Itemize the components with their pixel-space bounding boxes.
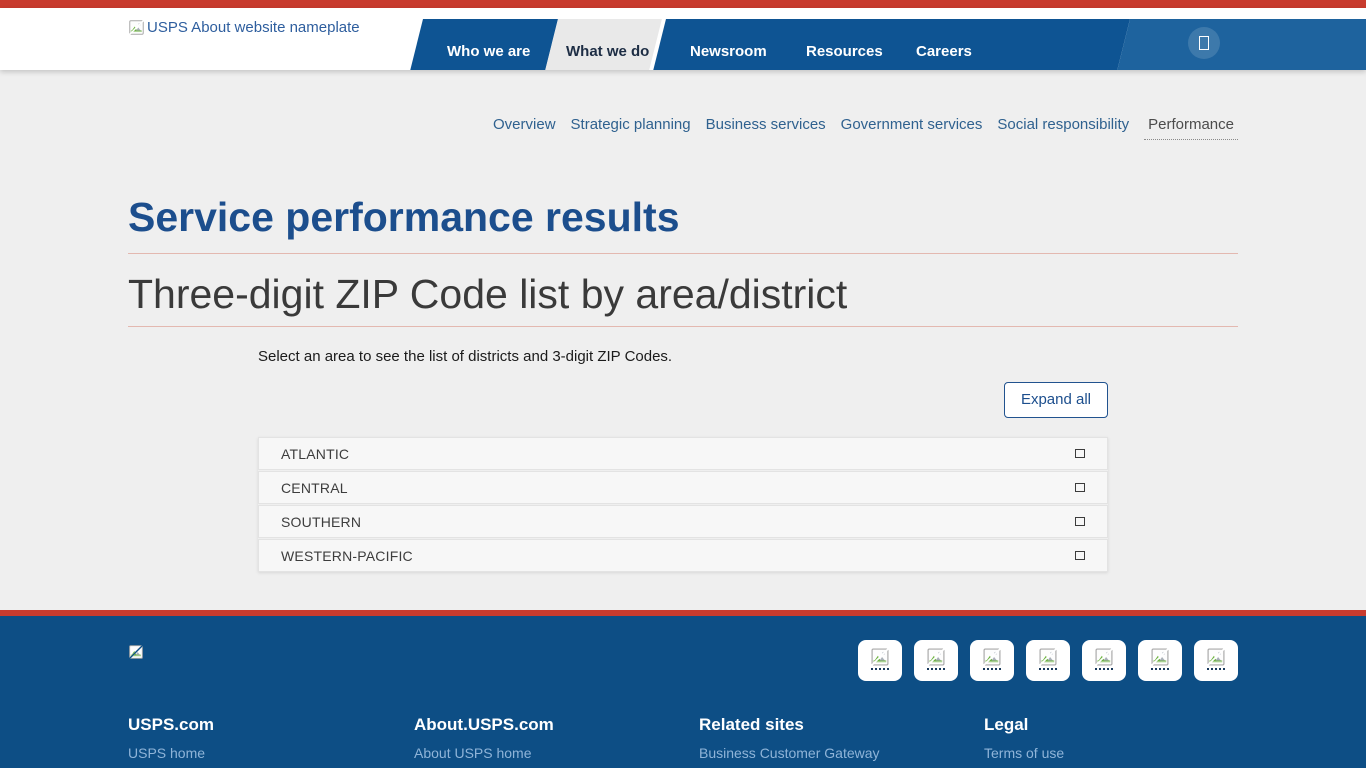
expand-icon (1075, 449, 1085, 458)
broken-image-icon (1206, 647, 1226, 667)
footer-link-usps-home[interactable]: USPS home (128, 745, 414, 761)
footer-link-about-usps-home[interactable]: About USPS home (414, 745, 699, 761)
social-link-5[interactable] (1082, 640, 1126, 681)
social-link-4[interactable] (1026, 640, 1070, 681)
area-label: WESTERN-PACIFIC (281, 548, 413, 564)
clipped-alt-text (1095, 668, 1113, 670)
footer-heading-usps-com: USPS.com (128, 716, 414, 734)
clipped-alt-text (1151, 668, 1169, 670)
clipped-alt-text (1207, 668, 1225, 670)
clipped-alt-text (1039, 668, 1057, 670)
search-button[interactable] (1188, 27, 1220, 59)
broken-image-icon (926, 647, 946, 667)
subnav-government-services[interactable]: Government services (841, 116, 983, 140)
broken-image-icon (128, 644, 144, 660)
search-icon (1199, 36, 1209, 50)
broken-image-icon (1038, 647, 1058, 667)
footer-heading-related-sites: Related sites (699, 716, 984, 734)
section-subnav: Overview Strategic planning Business ser… (128, 70, 1238, 140)
footer-usps-logo-broken-image[interactable] (128, 644, 144, 660)
broken-image-icon (1150, 647, 1170, 667)
subnav-overview[interactable]: Overview (493, 116, 556, 140)
footer-link-columns: USPS.com USPS home About.USPS.com About … (128, 716, 1238, 761)
nameplate-alt-text: USPS About website nameplate (147, 19, 360, 37)
nav-tab-resources[interactable]: Resources (806, 44, 883, 59)
broken-image-icon (1094, 647, 1114, 667)
clipped-alt-text (927, 668, 945, 670)
expand-icon (1075, 551, 1085, 560)
accordion-row-atlantic[interactable]: ATLANTIC (258, 437, 1108, 470)
area-label: ATLANTIC (281, 446, 349, 462)
subnav-strategic-planning[interactable]: Strategic planning (571, 116, 691, 140)
social-link-3[interactable] (970, 640, 1014, 681)
clipped-alt-text (983, 668, 1001, 670)
broken-image-icon (870, 647, 890, 667)
site-header: USPS About website nameplate Who we are … (0, 8, 1366, 70)
subnav-performance-current[interactable]: Performance (1144, 116, 1238, 140)
top-red-bar (0, 0, 1366, 8)
accordion-row-southern[interactable]: SOUTHERN (258, 505, 1108, 538)
expand-icon (1075, 517, 1085, 526)
clipped-alt-text (871, 668, 889, 670)
subtitle-divider (128, 326, 1238, 327)
area-label: CENTRAL (281, 480, 348, 496)
page-title: Service performance results (128, 194, 1238, 240)
nav-tab-who-we-are[interactable]: Who we are (447, 44, 530, 59)
nav-tab-what-we-do[interactable]: What we do (566, 44, 649, 59)
accordion-row-central[interactable]: CENTRAL (258, 471, 1108, 504)
broken-image-icon (982, 647, 1002, 667)
broken-image-icon (128, 19, 145, 36)
social-link-7[interactable] (1194, 640, 1238, 681)
nav-tab-newsroom[interactable]: Newsroom (690, 44, 767, 59)
footer-heading-about-usps-com: About.USPS.com (414, 716, 699, 734)
expand-all-button[interactable]: Expand all (1004, 382, 1108, 418)
nav-search-background (1117, 19, 1366, 70)
subnav-social-responsibility[interactable]: Social responsibility (997, 116, 1129, 140)
title-divider (128, 253, 1238, 254)
usps-nameplate-link[interactable]: USPS About website nameplate (128, 19, 360, 37)
nav-tab-careers[interactable]: Careers (916, 44, 972, 59)
expand-icon (1075, 483, 1085, 492)
footer-link-business-customer-gateway[interactable]: Business Customer Gateway (699, 745, 984, 761)
footer-heading-legal: Legal (984, 716, 1238, 734)
footer-link-terms-of-use[interactable]: Terms of use (984, 745, 1238, 761)
social-link-1[interactable] (858, 640, 902, 681)
page-body: Overview Strategic planning Business ser… (0, 70, 1366, 610)
area-accordion: ATLANTIC CENTRAL SOUTHERN WESTERN-PACIFI… (258, 437, 1108, 572)
social-link-6[interactable] (1138, 640, 1182, 681)
subnav-business-services[interactable]: Business services (706, 116, 826, 140)
site-footer: USPS.com USPS home About.USPS.com About … (0, 616, 1366, 768)
instruction-text: Select an area to see the list of distri… (258, 348, 1108, 365)
accordion-row-western-pacific[interactable]: WESTERN-PACIFIC (258, 539, 1108, 572)
page-subtitle: Three-digit ZIP Code list by area/distri… (128, 271, 1238, 317)
social-links-row (858, 640, 1238, 681)
area-label: SOUTHERN (281, 514, 361, 530)
social-link-2[interactable] (914, 640, 958, 681)
